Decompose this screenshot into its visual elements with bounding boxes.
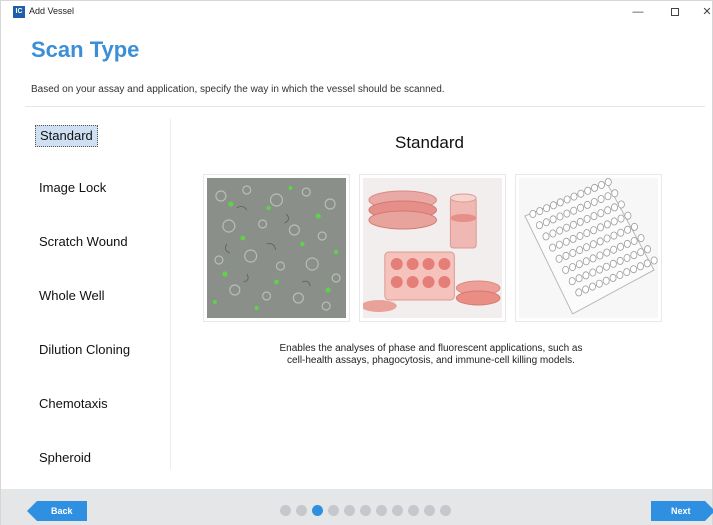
page-dot[interactable] (280, 505, 291, 516)
page-dot[interactable] (408, 505, 419, 516)
page-dot[interactable] (328, 505, 339, 516)
scan-type-whole-well[interactable]: Whole Well (35, 285, 109, 307)
page-dot[interactable] (296, 505, 307, 516)
page-indicator (280, 505, 451, 516)
culture-dishes-image (360, 175, 505, 321)
page-dot[interactable] (344, 505, 355, 516)
scan-type-scratch-wound[interactable]: Scratch Wound (35, 231, 132, 253)
page-dot[interactable] (376, 505, 387, 516)
window-title: Add Vessel (29, 6, 75, 16)
back-button[interactable]: Back (27, 501, 87, 521)
minimize-button[interactable]: — (627, 3, 649, 21)
scan-type-description: Enables the analyses of phase and fluore… (231, 343, 631, 367)
add-vessel-window: IC Add Vessel — ✕ Scan Type Based on you… (0, 0, 713, 525)
cell-micrograph-image (204, 175, 349, 321)
scan-type-standard[interactable]: Standard (35, 125, 98, 147)
maximize-button[interactable] (664, 3, 686, 21)
page-subtitle: Based on your assay and application, spe… (31, 84, 445, 95)
selected-type-title: Standard (395, 133, 464, 152)
page-dot[interactable] (312, 505, 323, 516)
wizard-footer: Back Next (1, 489, 713, 525)
page-dot[interactable] (440, 505, 451, 516)
page-title: Scan Type (31, 37, 140, 62)
description-line-2: cell-health assays, phagocytosis, and im… (287, 355, 575, 366)
scan-type-chemotaxis[interactable]: Chemotaxis (35, 393, 112, 415)
page-dot[interactable] (424, 505, 435, 516)
page-dot[interactable] (392, 505, 403, 516)
scan-type-image-lock[interactable]: Image Lock (35, 177, 110, 199)
close-button[interactable]: ✕ (696, 3, 713, 21)
description-line-1: Enables the analyses of phase and fluore… (279, 343, 583, 354)
title-bar[interactable]: IC Add Vessel — ✕ (1, 1, 712, 23)
well-plate-image (516, 175, 661, 321)
app-icon: IC (13, 6, 25, 18)
header-divider (25, 106, 705, 107)
next-button[interactable]: Next (651, 501, 713, 521)
scan-type-dilution-cloning[interactable]: Dilution Cloning (35, 339, 134, 361)
scan-type-spheroid[interactable]: Spheroid (35, 447, 95, 469)
scan-type-list: Standard Image Lock Scratch Wound Whole … (25, 119, 171, 469)
maximize-icon (671, 8, 679, 17)
page-dot[interactable] (360, 505, 371, 516)
